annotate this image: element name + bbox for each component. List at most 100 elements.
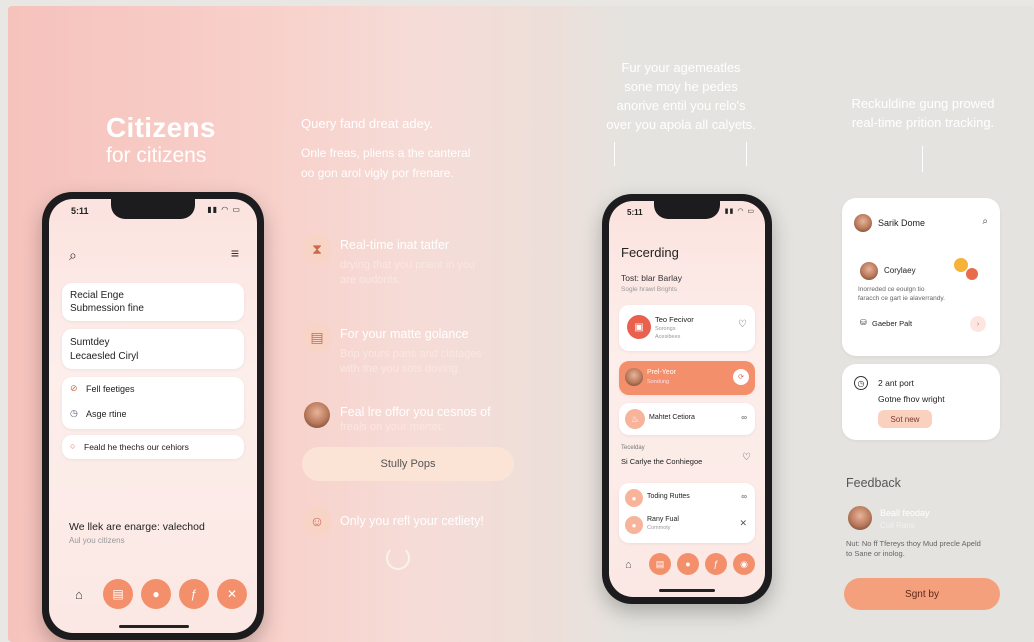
pen-icon[interactable]: ƒ bbox=[179, 579, 209, 609]
menu-icon[interactable]: ≡ bbox=[231, 245, 239, 261]
card-footer: Gaeber Palt bbox=[872, 319, 913, 328]
card-line: Sumtdey bbox=[70, 337, 110, 348]
card-line: Recial Enge bbox=[70, 290, 124, 301]
arrow-left-icon bbox=[614, 142, 615, 166]
circle-icon: ○ bbox=[70, 441, 76, 451]
feature-title: Real-time inat tatfer bbox=[340, 238, 450, 252]
section-item[interactable]: Si Carlye the Conhiegoe bbox=[621, 457, 702, 466]
next-icon[interactable]: › bbox=[970, 316, 986, 332]
phone-left: 5:11 ▮▮ ◠ ▭ ⌕ ≡ Recial Enge Submession f… bbox=[42, 192, 264, 640]
list-item[interactable]: ♨ Mahtet Cetiora ∞ bbox=[619, 403, 755, 435]
status-icons: ▮▮ ◠ ▭ bbox=[207, 205, 241, 214]
set-new-button[interactable]: Sot new bbox=[878, 410, 932, 428]
canvas: Citizens for citizens 5:11 ▮▮ ◠ ▭ ⌕ ≡ Re… bbox=[8, 6, 1034, 642]
card-desc: faracch ce gart ie alaverrandy. bbox=[858, 295, 945, 302]
gift-icon: ⛁ bbox=[860, 318, 867, 327]
status-time: 5:11 bbox=[627, 208, 643, 217]
page-title: Fecerding bbox=[621, 245, 679, 260]
stully-pops-button[interactable]: Stully Pops bbox=[302, 447, 514, 481]
document-icon: ▤ bbox=[302, 322, 332, 352]
task-label[interactable]: Fell feetiges bbox=[86, 384, 135, 394]
item-title: Mahtet Cetiora bbox=[649, 414, 695, 421]
task-label[interactable]: Asge rtine bbox=[86, 409, 127, 419]
search-icon[interactable]: ⌕ bbox=[982, 216, 988, 227]
person-icon[interactable]: ● bbox=[677, 553, 699, 575]
intro-desc: oo gon arol vigly por frenare. bbox=[301, 166, 454, 180]
clock-icon: ◷ bbox=[854, 376, 868, 390]
notch bbox=[654, 201, 720, 219]
sign-by-button[interactable]: Sgnt by bbox=[844, 578, 1000, 610]
top-caption-mid: Fur your agemeatles sone moy he pedes an… bbox=[596, 58, 766, 134]
item-title: Teo Fecivor bbox=[655, 315, 694, 324]
loading-spinner bbox=[386, 546, 410, 570]
search-icon[interactable]: ⌕ bbox=[69, 247, 77, 264]
doc-icon[interactable]: ▤ bbox=[649, 553, 671, 575]
footer-title: We llek are enarge: valechod bbox=[69, 521, 205, 533]
close-icon[interactable]: ✕ bbox=[739, 518, 747, 529]
feedback-text: to Sane or inolog. bbox=[846, 549, 905, 558]
reminder-time: 2 ant port bbox=[878, 378, 914, 388]
phone-right: 5:11 ▮▮ ◠ ▭ Fecerding Tost: blar Barlay … bbox=[602, 194, 772, 604]
phone-right-screen: 5:11 ▮▮ ◠ ▭ Fecerding Tost: blar Barlay … bbox=[609, 201, 765, 597]
info-card-2[interactable]: Sumtdey Lecaesled Ciryl bbox=[62, 329, 244, 369]
info-card-1[interactable]: Recial Enge Submession fine bbox=[62, 283, 244, 321]
item-sub: Sondung bbox=[647, 379, 670, 385]
feature-desc: Brip yours pans and clatages bbox=[340, 348, 482, 360]
person-avatar bbox=[304, 402, 330, 428]
item-sub: Commoty bbox=[647, 525, 671, 531]
list-item-active[interactable]: Prel-Yeor Sondung ⟳ bbox=[619, 361, 755, 395]
doc-icon[interactable]: ▤ bbox=[103, 579, 133, 609]
settings-icon[interactable]: ◉ bbox=[733, 553, 755, 575]
phone-left-screen: 5:11 ▮▮ ◠ ▭ ⌕ ≡ Recial Enge Submession f… bbox=[49, 199, 257, 633]
item-sub: Sorongs bbox=[655, 326, 676, 332]
gift-icon: ▣ bbox=[627, 315, 651, 339]
arrow-right-icon bbox=[746, 142, 747, 166]
caption-line: Reckuldine gung prowed bbox=[851, 96, 995, 111]
list-item[interactable]: ○ Feald he thechs our cehiors bbox=[62, 435, 244, 459]
feature-desc: are oudonts. bbox=[340, 274, 402, 286]
home-indicator bbox=[659, 589, 715, 592]
profile-card: Sarik Dome ⌕ Corylaey Inorreded ce eoulg… bbox=[842, 198, 1000, 356]
home-icon[interactable]: ⌂ bbox=[625, 559, 632, 571]
link-icon[interactable]: ∞ bbox=[741, 413, 747, 422]
home-indicator bbox=[119, 625, 189, 628]
feature-title: Only you refl your cetliety! bbox=[340, 514, 484, 528]
feedback-sub: Coll Rans bbox=[880, 521, 915, 530]
pen-icon[interactable]: ƒ bbox=[705, 553, 727, 575]
feature-title: For your matte golance bbox=[340, 327, 469, 341]
profile-name: Sarik Dome bbox=[878, 218, 926, 228]
intro-desc: Onle freas, pliens a the canteral bbox=[301, 146, 471, 160]
item-sub: Acesibees bbox=[655, 334, 681, 340]
feedback-title: Feedback bbox=[846, 476, 901, 490]
avatar bbox=[625, 368, 643, 386]
list-item-label: Feald he thechs our cehiors bbox=[84, 442, 189, 452]
list-item[interactable]: ▣ Teo Fecivor Sorongs Acesibees ♡ bbox=[619, 305, 755, 351]
flame-icon: ♨ bbox=[625, 409, 645, 429]
home-icon[interactable]: ⌂ bbox=[75, 587, 83, 602]
check-circle-icon: ⊘ bbox=[70, 383, 78, 393]
person-icon[interactable]: ● bbox=[141, 579, 171, 609]
footer-subtitle: Aul you citizens bbox=[69, 536, 125, 545]
status-icons: ▮▮ ◠ ▭ bbox=[724, 208, 755, 215]
feature-desc: freals on your merter. bbox=[340, 421, 444, 433]
item-title: Prel-Yeor bbox=[647, 369, 676, 376]
item-title[interactable]: Rany Fual bbox=[647, 516, 679, 523]
brand-subtitle: for citizens bbox=[106, 144, 207, 167]
card-line: Lecaesled Ciryl bbox=[70, 351, 139, 362]
caption-line: over you apola all calyets. bbox=[606, 117, 756, 132]
smile-icon: ☺ bbox=[302, 506, 332, 536]
item-title[interactable]: Toding Ruttes bbox=[647, 493, 690, 500]
page-subtitle-2: Sogle hrawl Brights bbox=[621, 286, 677, 293]
hourglass-icon: ⧗ bbox=[302, 234, 332, 264]
heart-icon[interactable]: ♡ bbox=[738, 319, 747, 330]
link-icon[interactable]: ∞ bbox=[741, 492, 747, 501]
refresh-icon[interactable]: ⟳ bbox=[733, 369, 749, 385]
avatar bbox=[848, 506, 872, 530]
close-icon[interactable]: ✕ bbox=[217, 579, 247, 609]
feature-desc: with the you sots doving. bbox=[340, 363, 461, 375]
list-group: ● Toding Ruttes ∞ ● Rany Fual Commoty ✕ bbox=[619, 483, 755, 543]
person-name: Corylaey bbox=[884, 266, 916, 275]
notch bbox=[111, 199, 195, 219]
reminder-card: ◷ 2 ant port Gotne fhov wright Sot new bbox=[842, 364, 1000, 440]
heart-icon[interactable]: ♡ bbox=[742, 452, 751, 463]
